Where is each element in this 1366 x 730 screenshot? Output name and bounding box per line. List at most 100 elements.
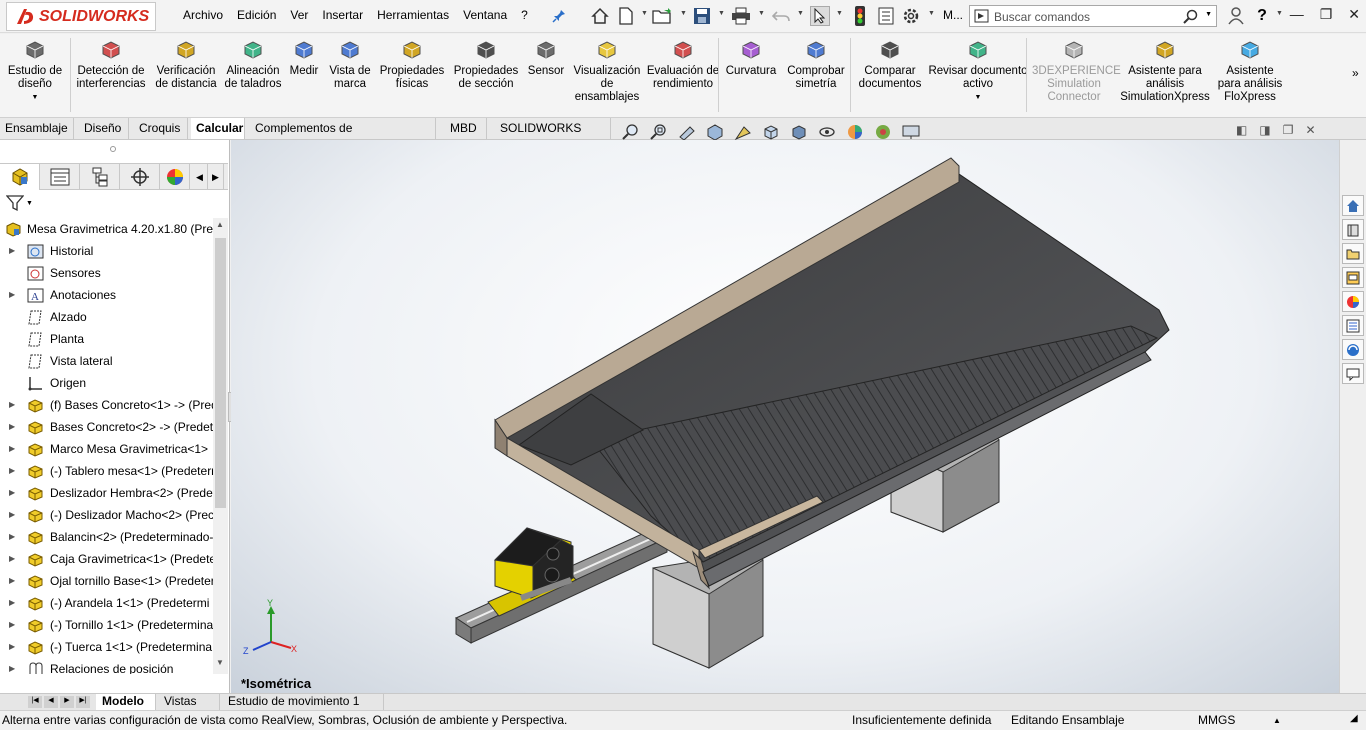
chevron-down-icon[interactable]: ▼ [928,10,935,17]
tree-item[interactable]: ▶ Ojal tornillo Base<1> (Predeter [0,570,213,592]
tree-item[interactable]: ▶ (-) Tablero mesa<1> (Predeterr [0,460,213,482]
expand-arrow-icon[interactable]: ▶ [9,482,15,504]
expand-arrow-icon[interactable]: ▶ [9,284,15,306]
chat-icon[interactable] [1342,363,1364,384]
filter-icon[interactable] [6,194,24,212]
chevron-down-icon[interactable]: ▼ [1276,10,1283,17]
tab-vistas-3d[interactable]: Vistas 3D [158,694,220,723]
open-folder-icon[interactable] [652,6,672,26]
custom-properties-icon[interactable] [1342,315,1364,336]
tree-root-assembly[interactable]: Mesa Gravimetrica 4.20.x1.80 (Prec [0,218,213,240]
tab-scroll-left-icon[interactable]: ◀ [192,164,208,190]
search-commands-input[interactable]: Buscar comandos ▼ [969,5,1217,27]
expand-arrow-icon[interactable]: ▶ [9,504,15,526]
graphics-area[interactable]: Y X Z *Isométrica [231,140,1339,693]
ribbon-simx-button[interactable]: Asistente para análisis SimulationXpress [1116,38,1214,104]
display-manager-tab-icon[interactable] [160,164,190,190]
tree-item[interactable]: Sensores [0,262,213,284]
tab-estudio-movimiento[interactable]: Estudio de movimiento 1 [222,694,384,710]
ribbon-estudio-button[interactable]: Estudio de diseño ▼ [4,38,66,104]
tree-item[interactable]: ▶ Relaciones de posición [0,658,213,674]
tree-filter[interactable]: ▼ [4,192,224,214]
shaking-table[interactable] [494,157,1170,590]
panel-grip[interactable] [110,146,116,152]
expand-arrow-icon[interactable]: ▶ [9,460,15,482]
help-icon[interactable]: ? [1252,6,1272,26]
gear-icon[interactable] [901,6,921,26]
more-commands[interactable]: M... [943,8,963,22]
tree-item[interactable]: ▶ (-) Tuerca 1<1> (Predetermina [0,636,213,658]
search-icon[interactable] [1183,9,1198,24]
design-library-icon[interactable] [1342,219,1364,240]
print-icon[interactable] [731,6,751,26]
tree-scrollbar[interactable]: ▲ ▼ [213,218,228,674]
solidworks-resources-icon[interactable] [1342,195,1364,216]
tree-item[interactable]: ▶ A Anotaciones [0,284,213,306]
dynamic-annotation-icon[interactable] [732,123,754,141]
ribbon-curv-button[interactable]: Curvatura [722,38,780,78]
expand-arrow-icon[interactable]: ▶ [9,658,15,674]
collapse-right-icon[interactable]: ◨ [1259,123,1270,137]
ribbon-propfis-button[interactable]: Propiedades físicas [376,38,448,91]
expand-arrow-icon[interactable]: ▶ [9,548,15,570]
ribbon-eval-button[interactable]: Evaluación de rendimiento [644,38,722,91]
tab-modelo[interactable]: Modelo [96,694,156,710]
chevron-down-icon[interactable]: ▼ [26,200,33,207]
scroll-down-icon[interactable]: ▼ [216,658,224,667]
edit-appearance-icon[interactable] [844,123,866,141]
chevron-down-icon[interactable]: ▼ [4,91,66,104]
view-orientation-icon[interactable] [760,123,782,141]
tree-item[interactable]: ▶ Caja Gravimetrica<1> (Predete [0,548,213,570]
new-document-icon[interactable] [616,6,636,26]
close-view-icon[interactable]: ✕ [1305,123,1315,137]
ribbon-flox-button[interactable]: Asistente para análisis FloXpress [1214,38,1286,104]
display-style-icon[interactable] [788,123,810,141]
ribbon-simetria-button[interactable]: Comprobar simetría [782,38,850,91]
units-dropdown-icon[interactable]: ▲ [1273,716,1281,725]
tree-item[interactable]: ▶ Bases Concreto<2> -> (Predet [0,416,213,438]
solidworks-forum-icon[interactable] [1342,339,1364,360]
expand-arrow-icon[interactable]: ▶ [9,240,15,262]
tab-scroll-right-icon[interactable]: ▶ [208,164,224,190]
tab-complementos[interactable]: Complementos de SOLIDWORKS [250,118,436,155]
minimize-icon[interactable]: — [1290,6,1304,23]
zoom-area-icon[interactable] [648,123,670,141]
tree-item[interactable]: ▶ Deslizador Hembra<2> (Predet [0,482,213,504]
appearances-icon[interactable] [1342,291,1364,312]
restore-icon[interactable]: ❐ [1320,6,1333,23]
chevron-down-icon[interactable]: ▼ [718,10,725,17]
tab-solidworks-cam[interactable]: SOLIDWORKS CAM [495,118,611,155]
collapse-left-icon[interactable]: ◧ [1236,123,1247,137]
next-tab-icon[interactable]: ▶ [60,696,74,708]
chevron-down-icon[interactable]: ▼ [641,10,648,17]
user-icon[interactable] [1226,6,1246,26]
menu-archivo[interactable]: Archivo [176,8,230,22]
expand-arrow-icon[interactable]: ▶ [9,416,15,438]
ribbon-medir-button[interactable]: Medir [285,38,323,78]
tree-item[interactable]: ▶ Marco Mesa Gravimetrica<1> [0,438,213,460]
pin-icon[interactable] [549,6,569,26]
expand-arrow-icon[interactable]: ▶ [9,636,15,658]
menu-edicion[interactable]: Edición [230,8,283,22]
rebuild-traffic-light-icon[interactable] [850,6,870,26]
ribbon-alineacion-button[interactable]: Alineación de taladros [220,38,286,91]
ribbon-sensor-button[interactable]: Sensor [524,38,568,78]
status-units[interactable]: MMGS [1198,713,1235,727]
ribbon-deteccion-button[interactable]: Detección de interferencias [74,38,148,91]
expand-arrow-icon[interactable]: ▶ [9,438,15,460]
close-icon[interactable]: ✕ [1348,6,1360,23]
file-properties-icon[interactable] [876,6,896,26]
tab-ensamblaje[interactable]: Ensamblaje [0,118,74,139]
property-manager-tab-icon[interactable] [40,164,80,190]
undo-icon[interactable] [771,6,791,26]
tree-item[interactable]: ▶ Historial [0,240,213,262]
tab-diseno[interactable]: Diseño [79,118,129,139]
menu-ver[interactable]: Ver [283,8,315,22]
menu-help[interactable]: ? [514,8,535,22]
tree-item[interactable]: ▶ (-) Tornillo 1<1> (Predetermina [0,614,213,636]
dimxpert-manager-tab-icon[interactable] [120,164,160,190]
menu-ventana[interactable]: Ventana [456,8,514,22]
scroll-thumb[interactable] [215,238,226,508]
scroll-up-icon[interactable]: ▲ [216,220,224,229]
tree-item[interactable]: ▶ (f) Bases Concreto<1> -> (Pred [0,394,213,416]
